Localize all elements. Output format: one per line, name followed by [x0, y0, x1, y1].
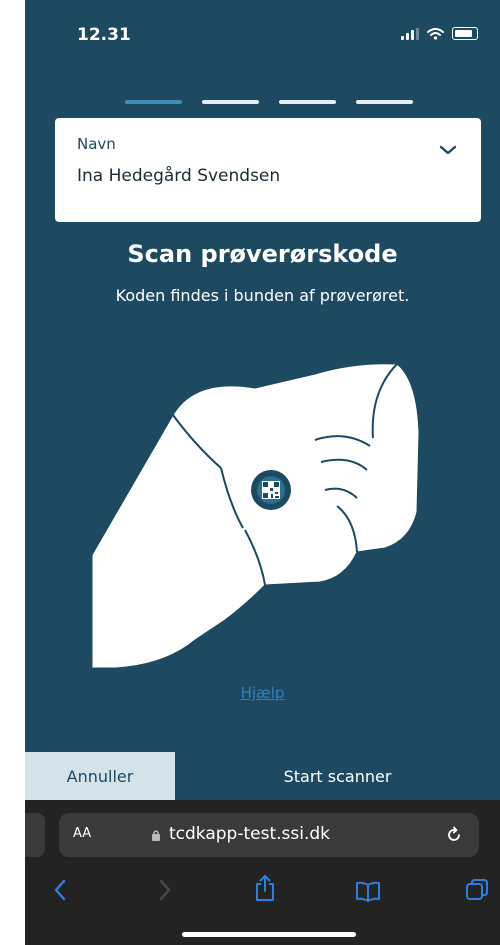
- previous-tab-preview[interactable]: [25, 813, 45, 857]
- step-indicator-active: [125, 100, 182, 104]
- page-title: Scan prøverørskode: [127, 240, 398, 268]
- page-subtitle: Koden findes i bunden af prøverøret.: [115, 286, 410, 305]
- status-bar: 12.31: [25, 0, 500, 64]
- help-link[interactable]: Hjælp: [25, 684, 500, 702]
- reader-settings-button[interactable]: AA: [73, 826, 91, 841]
- share-icon[interactable]: [254, 874, 276, 902]
- step-progress: [125, 100, 413, 104]
- status-time: 12.31: [77, 25, 131, 45]
- battery-icon: [452, 27, 478, 40]
- lock-icon: [152, 830, 160, 841]
- name-dropdown[interactable]: Navn Ina Hedegård Svendsen: [55, 118, 481, 222]
- browser-toolbar: [25, 872, 500, 908]
- step-indicator: [279, 100, 336, 104]
- tabs-icon[interactable]: [465, 878, 489, 902]
- name-label: Navn: [77, 135, 116, 153]
- home-indicator: [182, 932, 356, 937]
- status-icons: [401, 27, 478, 40]
- forward-icon[interactable]: [158, 878, 172, 902]
- address-bar[interactable]: AA tcdkapp-test.ssi.dk: [59, 813, 479, 857]
- wifi-icon: [427, 27, 444, 40]
- cancel-button[interactable]: Annuller: [25, 752, 175, 800]
- action-bar: Annuller Start scanner: [25, 752, 500, 800]
- browser-chrome: AA tcdkapp-test.ssi.dk: [25, 800, 500, 945]
- bookmarks-icon[interactable]: [355, 880, 381, 902]
- step-indicator: [356, 100, 413, 104]
- phone-screen: 12.31 Navn Ina Hedegård Svendsen Scan pr…: [25, 0, 500, 945]
- qr-code-icon: [251, 470, 291, 510]
- url-text: tcdkapp-test.ssi.dk: [169, 824, 331, 844]
- chevron-down-icon[interactable]: [439, 144, 457, 156]
- signal-icon: [401, 27, 419, 40]
- back-icon[interactable]: [53, 878, 67, 902]
- step-indicator: [202, 100, 259, 104]
- name-value: Ina Hedegård Svendsen: [77, 166, 281, 186]
- start-scanner-button[interactable]: Start scanner: [175, 752, 500, 800]
- reload-icon[interactable]: [445, 826, 463, 844]
